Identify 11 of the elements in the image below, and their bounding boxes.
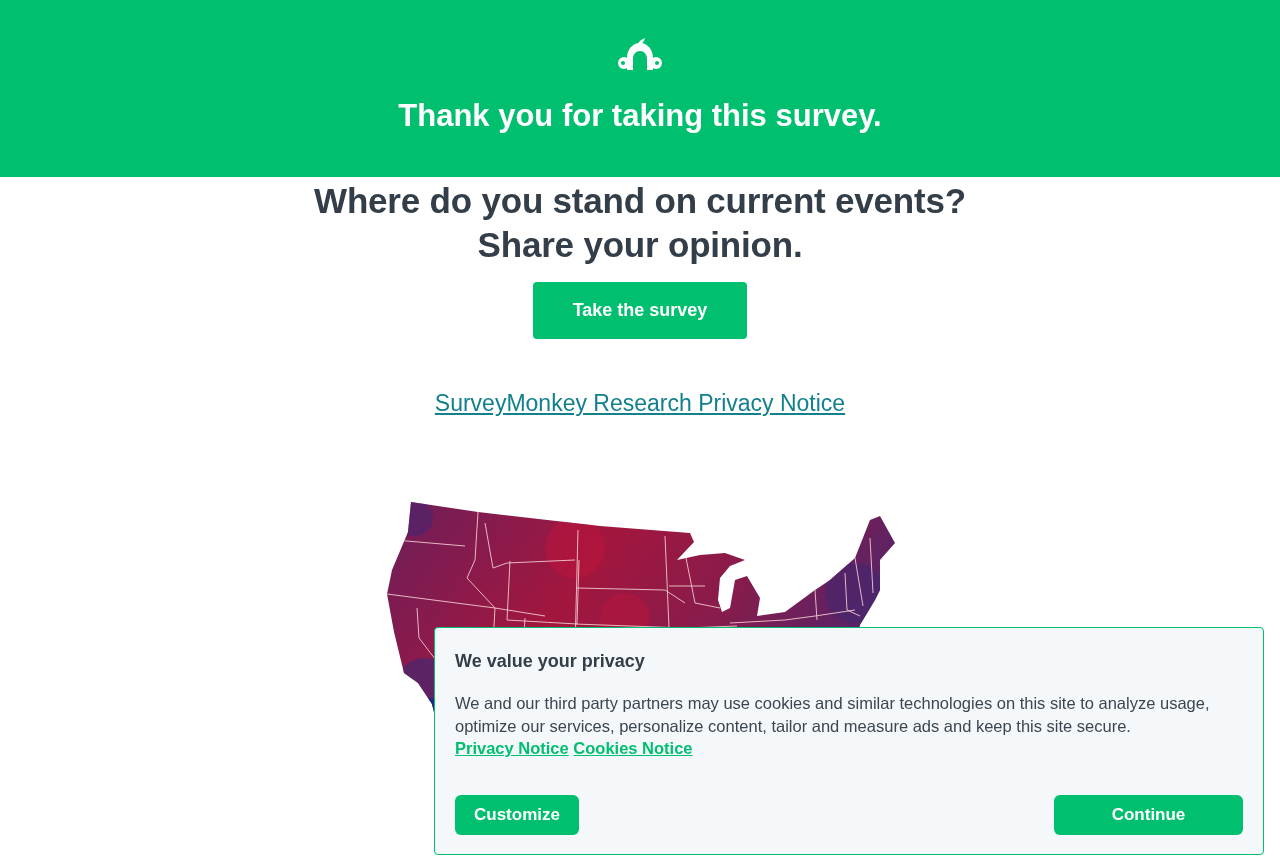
privacy-notice-link[interactable]: SurveyMonkey Research Privacy Notice (434, 389, 846, 417)
cookie-action-button[interactable]: Customize (455, 794, 579, 835)
monkey-logo-icon (617, 38, 663, 72)
headline: Where do you stand on current events? Share your opinion. (313, 180, 967, 266)
cookie-action-button[interactable]: Continue (1054, 794, 1243, 835)
cookie-notice-text: We and our third party partners may use cookies and similar technologies on this site to analyze usage, optimize our services, personalize content, tailor and measure ads and keep this site secure. Privacy Notice Cookies Notice (455, 693, 1211, 759)
notice-link[interactable]: Cookies Notice (573, 739, 693, 757)
take-survey-button[interactable]: Take the survey (533, 282, 747, 339)
cookie-banner-title: We value your privacy (455, 650, 646, 672)
page-title: Thank you for taking this survey. (398, 97, 882, 135)
notice-link[interactable]: Privacy Notice (455, 739, 569, 757)
